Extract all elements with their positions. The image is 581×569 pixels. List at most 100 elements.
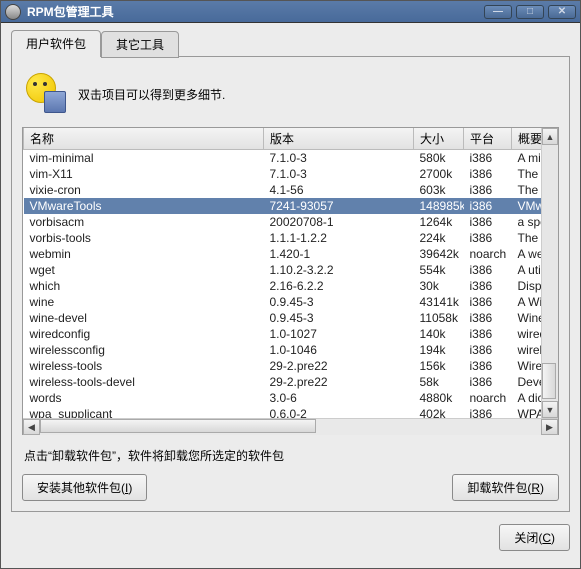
footer-note: 点击“卸载软件包”，软件将卸载您所选定的软件包 [24,447,557,464]
cell-platform: noarch [464,246,512,262]
bottom-bar: 关闭(C) [1,516,580,559]
cell-size: 603k [414,182,464,198]
cell-platform: i386 [464,198,512,214]
cell-platform: i386 [464,150,512,166]
table-row[interactable]: which2.16-6.2.230ki386Displa [24,278,559,294]
cell-version: 20020708-1 [264,214,414,230]
hscroll-thumb[interactable] [40,419,316,433]
main-window: RPM包管理工具 — □ ✕ 用户软件包 其它工具 双击项目可以得到更多细节. [0,0,581,569]
cell-platform: i386 [464,182,512,198]
cell-platform: i386 [464,358,512,374]
cell-size: 554k [414,262,464,278]
cell-version: 29-2.pre22 [264,358,414,374]
cell-size: 4880k [414,390,464,406]
cell-version: 4.1-56 [264,182,414,198]
cell-name: wiredconfig [24,326,264,342]
cell-name: words [24,390,264,406]
cell-version: 7241-93057 [264,198,414,214]
cell-name: webmin [24,246,264,262]
cell-platform: i386 [464,166,512,182]
table-scroll: 名称 版本 大小 平台 概要 vim-minimal7.1.0-3580ki38… [23,128,558,418]
table-row[interactable]: vorbis-tools1.1.1-1.2.2224ki386The V [24,230,559,246]
scroll-down-arrow[interactable]: ▼ [542,401,558,418]
cell-version: 7.1.0-3 [264,166,414,182]
package-table-container: 名称 版本 大小 平台 概要 vim-minimal7.1.0-3580ki38… [22,127,559,435]
hint-text: 双击项目可以得到更多细节. [78,86,225,103]
col-header-name[interactable]: 名称 [24,128,264,150]
vscroll-thumb[interactable] [542,363,556,399]
col-header-platform[interactable]: 平台 [464,128,512,150]
cell-version: 7.1.0-3 [264,150,414,166]
table-row[interactable]: wpa_supplicant0.6.0-2402ki386WPA/ [24,406,559,419]
titlebar[interactable]: RPM包管理工具 — □ ✕ [1,1,580,23]
uninstall-button[interactable]: 卸载软件包(R) [452,474,559,501]
cell-name: vim-minimal [24,150,264,166]
cell-platform: i386 [464,342,512,358]
table-row[interactable]: vixie-cron4.1-56603ki386The V [24,182,559,198]
maximize-button[interactable]: □ [516,5,544,19]
install-other-button[interactable]: 安装其他软件包(I) [22,474,147,501]
table-body: vim-minimal7.1.0-3580ki386A minvim-X117.… [24,150,559,419]
table-header-row: 名称 版本 大小 平台 概要 [24,128,559,150]
content-area: 用户软件包 其它工具 双击项目可以得到更多细节. [1,23,580,516]
scroll-up-arrow[interactable]: ▲ [542,128,558,145]
cell-platform: i386 [464,262,512,278]
table-row[interactable]: wiredconfig1.0-1027140ki386wired [24,326,559,342]
table-row[interactable]: wine-devel0.9.45-311058ki386Wine [24,310,559,326]
close-window-button[interactable]: ✕ [548,5,576,19]
table-row[interactable]: words3.0-64880knoarchA dict [24,390,559,406]
cell-name: wirelessconfig [24,342,264,358]
table-row[interactable]: vim-X117.1.0-32700ki386The V [24,166,559,182]
col-header-size[interactable]: 大小 [414,128,464,150]
app-icon [5,4,21,20]
cell-size: 11058k [414,310,464,326]
cell-version: 1.10.2-3.2.2 [264,262,414,278]
vertical-scrollbar[interactable]: ▲ ▼ [541,128,558,418]
package-table: 名称 版本 大小 平台 概要 vim-minimal7.1.0-3580ki38… [23,128,558,418]
table-row[interactable]: wireless-tools-devel29-2.pre2258ki386Dev… [24,374,559,390]
cell-version: 0.9.45-3 [264,310,414,326]
cell-size: 58k [414,374,464,390]
table-row[interactable]: wireless-tools29-2.pre22156ki386Wirele [24,358,559,374]
cell-platform: i386 [464,214,512,230]
cell-name: vorbisacm [24,214,264,230]
cell-name: wine [24,294,264,310]
cell-name: wireless-tools-devel [24,374,264,390]
cell-version: 1.0-1027 [264,326,414,342]
cell-size: 224k [414,230,464,246]
cell-name: wpa_supplicant [24,406,264,419]
tab-user-packages[interactable]: 用户软件包 [11,30,101,57]
cell-version: 1.1.1-1.2.2 [264,230,414,246]
minimize-button[interactable]: — [484,5,512,19]
hint-icon [26,73,68,115]
scroll-right-arrow[interactable]: ▶ [541,419,558,435]
table-row[interactable]: vim-minimal7.1.0-3580ki386A min [24,150,559,166]
cell-platform: i386 [464,374,512,390]
table-row[interactable]: webmin1.420-139642knoarchA web [24,246,559,262]
col-header-version[interactable]: 版本 [264,128,414,150]
hscroll-track[interactable] [40,419,541,435]
cell-size: 30k [414,278,464,294]
cell-size: 1264k [414,214,464,230]
cell-name: vim-X11 [24,166,264,182]
close-button[interactable]: 关闭(C) [499,524,570,551]
horizontal-scrollbar[interactable]: ◀ ▶ [23,418,558,435]
cell-version: 0.9.45-3 [264,294,414,310]
tab-other-tools[interactable]: 其它工具 [101,31,179,58]
cell-size: 156k [414,358,464,374]
cell-platform: noarch [464,390,512,406]
cell-size: 2700k [414,166,464,182]
cell-platform: i386 [464,406,512,419]
cell-platform: i386 [464,310,512,326]
table-row[interactable]: VMwareTools7241-93057148985ki386VMwa [24,198,559,214]
table-row[interactable]: wine0.9.45-343141ki386A Win [24,294,559,310]
cell-version: 2.16-6.2.2 [264,278,414,294]
table-row[interactable]: wirelessconfig1.0-1046194ki386wirele [24,342,559,358]
cell-platform: i386 [464,326,512,342]
scroll-left-arrow[interactable]: ◀ [23,419,40,435]
vscroll-track[interactable] [542,145,558,401]
table-row[interactable]: wget1.10.2-3.2.2554ki386A utili [24,262,559,278]
cell-size: 140k [414,326,464,342]
table-row[interactable]: vorbisacm20020708-11264ki386a spe [24,214,559,230]
cell-name: vorbis-tools [24,230,264,246]
